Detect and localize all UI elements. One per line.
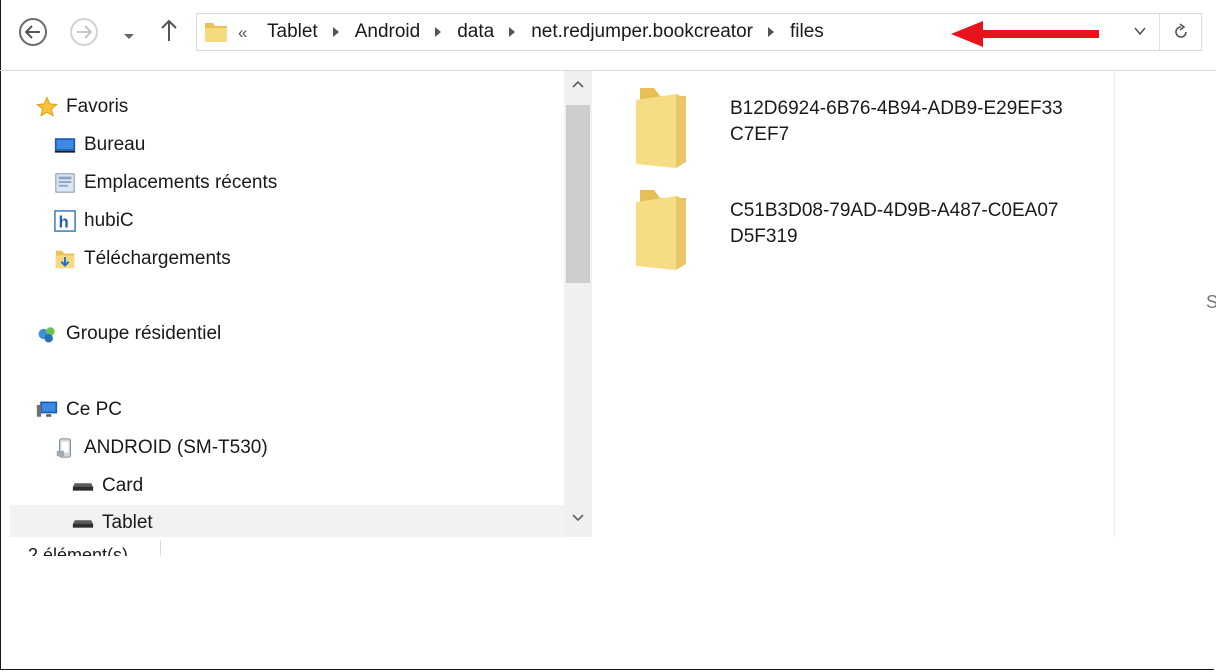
- nav-item-hubic[interactable]: h hubiC: [54, 204, 134, 238]
- navigation-pane: Favoris Bureau Emplacements récents h hu…: [0, 71, 592, 537]
- nav-scrollbar[interactable]: [564, 71, 592, 537]
- crumb-android[interactable]: Android: [355, 21, 421, 43]
- nav-android-device[interactable]: ANDROID (SM-T530): [54, 431, 268, 465]
- nav-homegroup[interactable]: Groupe résidentiel: [36, 317, 221, 351]
- details-pane-divider: [1114, 71, 1115, 537]
- status-item-count: 2 élément(s): [28, 545, 129, 556]
- nav-item-bureau[interactable]: Bureau: [54, 128, 145, 162]
- breadcrumb: Tablet Android data net.redjumper.bookcr…: [267, 14, 824, 50]
- chevron-down-icon: [124, 34, 134, 39]
- desktop-icon: [54, 134, 76, 156]
- folder-name: B12D6924-6B76-4B94-ADB9-E29EF33C7EF7: [730, 98, 1063, 145]
- drive-icon: [72, 512, 94, 534]
- star-icon: [36, 96, 58, 118]
- scroll-down-icon[interactable]: [571, 513, 585, 523]
- crumb-separator-icon[interactable]: [332, 27, 339, 37]
- nav-android-device-label: ANDROID (SM-T530): [84, 437, 268, 458]
- nav-item-label: Téléchargements: [84, 248, 231, 269]
- nav-item-label: Emplacements récents: [84, 172, 278, 193]
- homegroup-icon: [36, 323, 58, 345]
- address-divider: [1159, 14, 1160, 50]
- address-bar[interactable]: « Tablet Android data net.redjumper.book…: [196, 13, 1202, 51]
- recent-locations-button[interactable]: [123, 28, 135, 46]
- forward-button[interactable]: [70, 18, 98, 46]
- overflow-chevron-icon[interactable]: «: [238, 23, 247, 43]
- drive-icon: [72, 475, 94, 497]
- nav-item-recent-places[interactable]: Emplacements récents: [54, 166, 277, 200]
- hubic-icon: h: [54, 210, 76, 232]
- arrow-right-icon: [77, 25, 92, 39]
- svg-text:h: h: [59, 213, 69, 231]
- nav-item-label: hubiC: [84, 210, 134, 231]
- arrow-left-icon: [25, 25, 40, 39]
- up-button[interactable]: [161, 19, 177, 48]
- refresh-icon[interactable]: [1171, 22, 1191, 42]
- nav-favorites[interactable]: Favoris: [36, 90, 128, 124]
- computer-icon: [36, 399, 58, 421]
- downloads-folder-icon: [54, 248, 76, 270]
- folder-item[interactable]: B12D6924-6B76-4B94-ADB9-E29EF33C7EF7: [636, 88, 1070, 173]
- nav-drive-tablet[interactable]: Tablet: [10, 505, 564, 537]
- crumb-bookcreator[interactable]: net.redjumper.bookcreator: [531, 21, 753, 43]
- nav-drive-card-label: Card: [102, 475, 144, 496]
- nav-item-downloads[interactable]: Téléchargements: [54, 242, 231, 276]
- phone-device-icon: [54, 437, 76, 459]
- crumb-data[interactable]: data: [457, 21, 494, 43]
- status-divider: [160, 540, 161, 556]
- red-arrow-annotation-icon: [951, 21, 1099, 47]
- nav-drive-card[interactable]: Card: [72, 469, 143, 503]
- nav-this-pc[interactable]: Ce PC: [36, 393, 122, 427]
- nav-this-pc-label: Ce PC: [66, 399, 122, 420]
- folder-name: C51B3D08-79AD-4D9B-A487-C0EA07D5F319: [730, 200, 1059, 247]
- nav-homegroup-label: Groupe résidentiel: [66, 323, 222, 344]
- nav-favorites-label: Favoris: [66, 96, 129, 117]
- scrollbar-thumb[interactable]: [566, 105, 590, 283]
- crumb-separator-icon[interactable]: [435, 27, 442, 37]
- crumb-separator-icon[interactable]: [767, 27, 774, 37]
- crumb-files[interactable]: files: [790, 21, 824, 43]
- nav-drive-tablet-label: Tablet: [102, 512, 153, 533]
- nav-item-label: Bureau: [84, 134, 146, 155]
- folder-item[interactable]: C51B3D08-79AD-4D9B-A487-C0EA07D5F319: [636, 190, 1070, 275]
- address-dropdown-icon[interactable]: [1133, 24, 1147, 38]
- details-pane-clipped-text: S: [1206, 292, 1216, 312]
- crumb-separator-icon[interactable]: [509, 27, 516, 37]
- recent-places-icon: [54, 172, 76, 194]
- scroll-up-icon[interactable]: [571, 79, 585, 89]
- folder-icon: [636, 88, 690, 173]
- back-button[interactable]: [19, 18, 47, 46]
- crumb-tablet[interactable]: Tablet: [267, 21, 318, 43]
- folder-icon: [636, 190, 690, 275]
- folder-icon: [203, 20, 229, 49]
- arrow-up-icon: [161, 19, 177, 41]
